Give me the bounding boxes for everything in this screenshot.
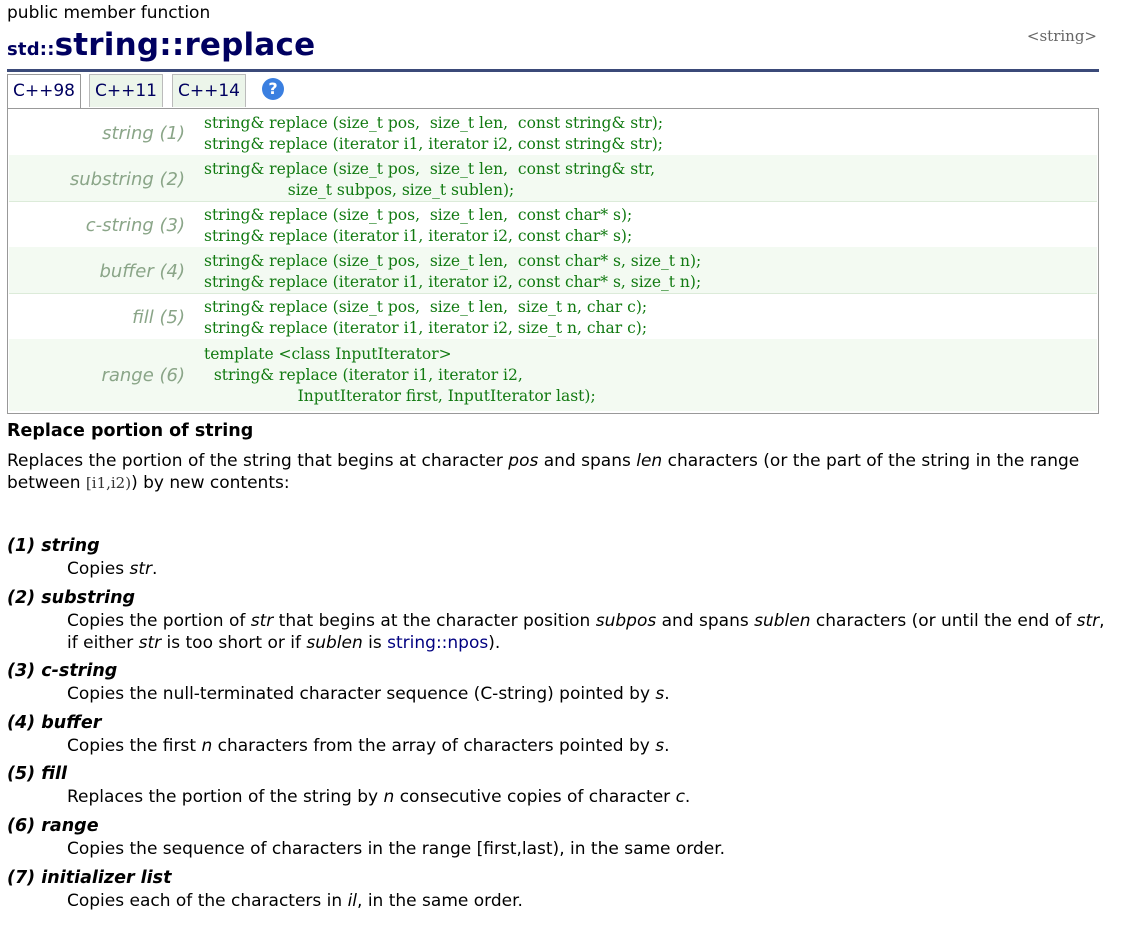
- item-text: .: [684, 787, 691, 807]
- item-param: str: [129, 559, 153, 579]
- item-head-cstring: (3) c-string: [7, 661, 118, 681]
- item-text: that begins at the character position: [273, 611, 596, 631]
- item-param: s: [655, 684, 665, 704]
- prototype-label: substring (2): [69, 169, 185, 190]
- item-text: .: [152, 559, 158, 579]
- item-text: Copies the portion of: [67, 611, 251, 631]
- prototype-code: string& replace (size_t pos, size_t len,…: [204, 206, 633, 245]
- item-head-range: (6) range: [7, 816, 99, 836]
- section-title: Replace portion of string: [7, 421, 254, 441]
- help-icon[interactable]: ?: [262, 78, 284, 100]
- item-param: s: [655, 736, 665, 756]
- desc-text: ) by new contents:: [131, 473, 290, 493]
- item-text: characters (or until the end of: [810, 611, 1077, 631]
- item-head-substring: (2) substring: [7, 588, 136, 608]
- description-paragraph: Replaces the portion of the string that …: [7, 450, 1107, 494]
- item-param: subpos: [595, 611, 657, 631]
- item-param: str: [250, 611, 274, 631]
- item-param: sublen: [754, 611, 811, 631]
- npos-link[interactable]: string::npos: [387, 633, 488, 653]
- prototype-row-fill: fill (5) string& replace (size_t pos, si…: [9, 293, 1097, 340]
- prototype-code: string& replace (size_t pos, size_t len,…: [204, 252, 702, 291]
- item-text: .: [664, 736, 670, 756]
- tab-cpp98[interactable]: C++98: [7, 74, 81, 109]
- item-head-string: (1) string: [7, 536, 100, 556]
- item-param: str: [138, 633, 162, 653]
- prototype-label: fill (5): [132, 307, 185, 328]
- item-text: is too short or if: [161, 633, 307, 653]
- prototype-label: buffer (4): [99, 261, 185, 282]
- item-text: , in the same order.: [559, 839, 726, 859]
- prototype-row-substring: substring (2) string& replace (size_t po…: [9, 155, 1097, 202]
- item-text: characters from the array of characters …: [212, 736, 656, 756]
- item-body-initializer-list: Copies each of the characters in il, in …: [67, 890, 1107, 912]
- item-text: Copies the null-terminated character seq…: [67, 684, 656, 704]
- item-text: ).: [488, 633, 501, 653]
- item-text: Copies: [67, 559, 130, 579]
- prototype-code: string& replace (size_t pos, size_t len,…: [204, 298, 648, 337]
- item-param: str: [1076, 611, 1100, 631]
- tab-cpp14[interactable]: C++14: [172, 74, 246, 107]
- prototype-row-range: range (6) template <class InputIterator>…: [9, 339, 1097, 411]
- range-code: [i1,i2): [85, 474, 132, 492]
- param-pos: pos: [508, 451, 539, 471]
- item-body-buffer: Copies the first n characters from the a…: [67, 735, 1107, 757]
- item-text: Copies the first: [67, 736, 202, 756]
- item-param: sublen: [306, 633, 363, 653]
- item-body-string: Copies str.: [67, 558, 1107, 580]
- member-kind-label: public member function: [7, 3, 211, 23]
- item-body-cstring: Copies the null-terminated character seq…: [67, 683, 1107, 705]
- title-namespace: std::: [7, 39, 55, 60]
- param-len: len: [636, 451, 663, 471]
- header-reference-link[interactable]: <string>: [1027, 27, 1097, 45]
- page-title: std::string::replace: [7, 27, 315, 63]
- prototype-code: string& replace (size_t pos, size_t len,…: [204, 114, 664, 153]
- item-body-fill: Replaces the portion of the string by n …: [67, 786, 1107, 808]
- item-head-buffer: (4) buffer: [7, 713, 102, 733]
- title-name: string::replace: [54, 27, 316, 63]
- prototype-box: string (1) string& replace (size_t pos, …: [7, 108, 1099, 414]
- prototype-label: range (6): [101, 365, 185, 386]
- item-text: and spans: [656, 611, 755, 631]
- range-code: [first,last): [476, 839, 560, 859]
- item-text: Copies the sequence of characters in the…: [67, 839, 477, 859]
- prototype-code: string& replace (size_t pos, size_t len,…: [204, 160, 656, 199]
- item-text: consecutive copies of character: [394, 787, 676, 807]
- prototype-label: c-string (3): [85, 215, 185, 236]
- item-text: .: [664, 684, 670, 704]
- item-text: , in the same order.: [357, 891, 523, 911]
- item-text: is: [362, 633, 388, 653]
- item-param: c: [675, 787, 685, 807]
- tab-cpp11[interactable]: C++11: [89, 74, 163, 107]
- item-head-fill: (5) fill: [7, 764, 68, 784]
- title-bar: std::string::replace <string>: [7, 27, 1099, 72]
- item-head-initializer-list: (7) initializer list: [7, 868, 172, 888]
- prototype-row-string: string (1) string& replace (size_t pos, …: [9, 109, 1097, 156]
- item-param: n: [383, 787, 395, 807]
- item-text: Replaces the portion of the string by: [67, 787, 384, 807]
- prototype-label: string (1): [102, 123, 185, 144]
- item-body-range: Copies the sequence of characters in the…: [67, 838, 1107, 860]
- prototype-code: template <class InputIterator> string& r…: [204, 345, 596, 405]
- prototype-row-cstring: c-string (3) string& replace (size_t pos…: [9, 201, 1097, 248]
- desc-text: Replaces the portion of the string that …: [7, 451, 509, 471]
- desc-text: and spans: [538, 451, 637, 471]
- item-body-substring: Copies the portion of str that begins at…: [67, 610, 1107, 654]
- item-param: n: [201, 736, 213, 756]
- prototype-row-buffer: buffer (4) string& replace (size_t pos, …: [9, 247, 1097, 294]
- item-param: il: [347, 891, 358, 911]
- item-text: Copies each of the characters in: [67, 891, 348, 911]
